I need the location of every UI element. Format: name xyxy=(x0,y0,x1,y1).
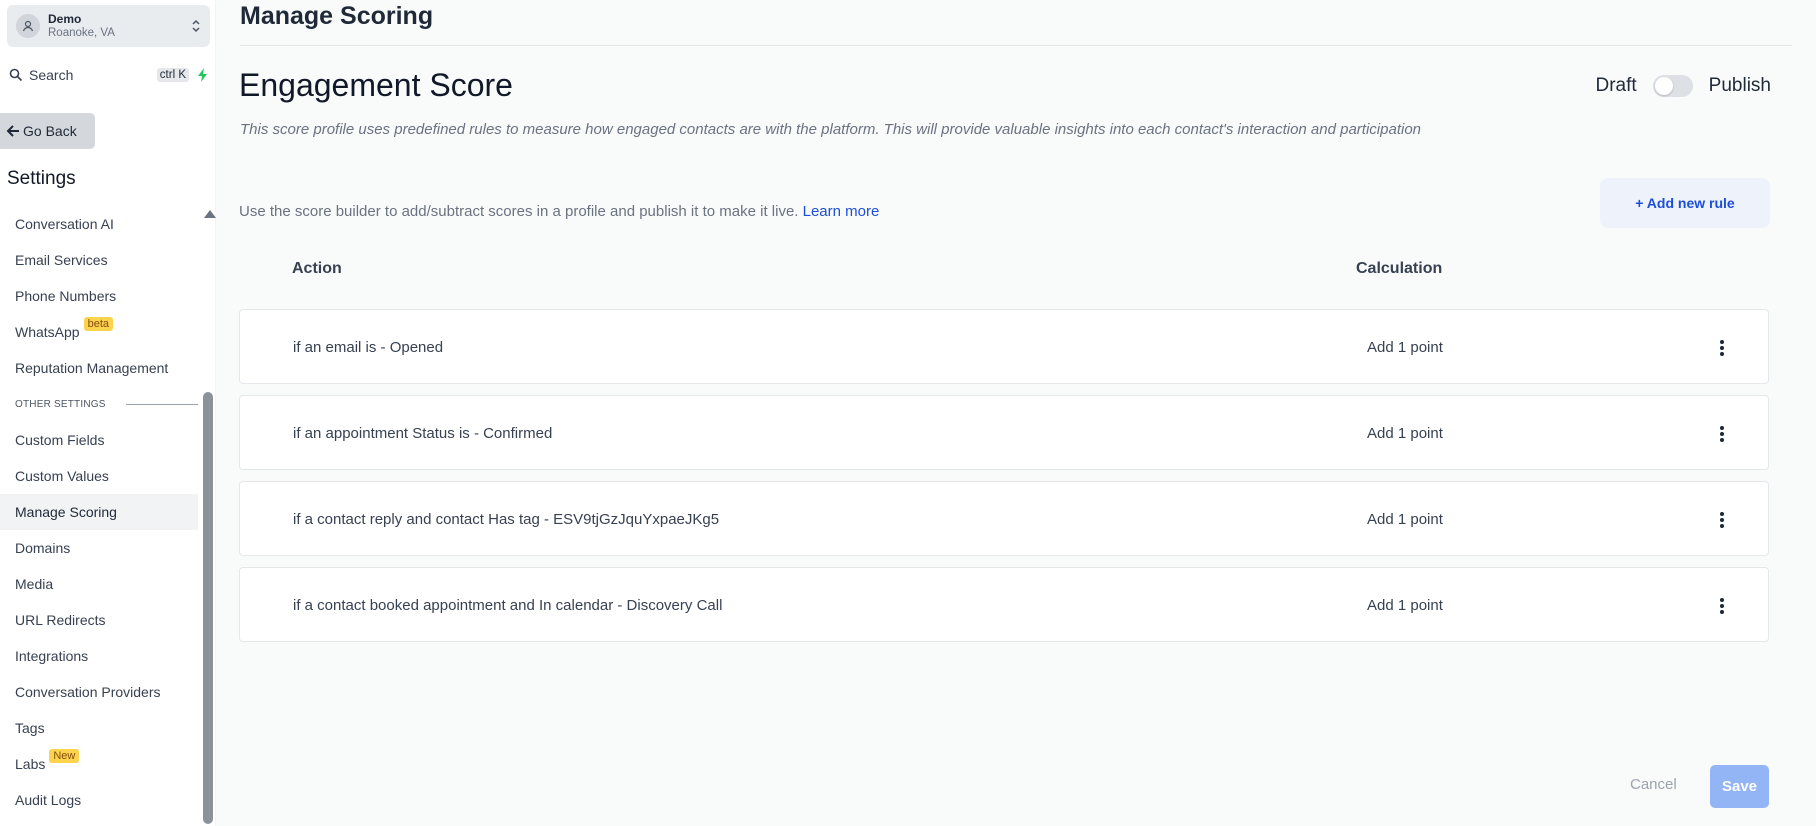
user-circle-icon xyxy=(16,14,40,38)
publish-label: Publish xyxy=(1708,75,1771,96)
search-bar[interactable]: Search ctrl K xyxy=(9,63,209,87)
sidebar-item-label: Audit Logs xyxy=(15,792,82,808)
sidebar-scrollbar[interactable] xyxy=(202,210,216,826)
score-profile-title: Engagement Score xyxy=(239,67,513,103)
cancel-button[interactable]: Cancel xyxy=(1630,776,1677,793)
sidebar-item-label: Custom Values xyxy=(15,468,109,484)
rule-calculation: Add 1 point xyxy=(1367,597,1443,614)
sidebar-item-conversation-ai[interactable]: Conversation AI xyxy=(0,206,198,242)
account-name: Demo xyxy=(48,11,82,26)
main-content: Manage Scoring Engagement Score Draft Pu… xyxy=(216,0,1816,826)
rule-row[interactable]: if a contact booked appointment and In c… xyxy=(239,567,1769,642)
sidebar-item-label: Email Services xyxy=(15,252,108,268)
kebab-menu-icon[interactable] xyxy=(1712,337,1732,359)
search-shortcut: ctrl K xyxy=(156,68,189,82)
header-divider xyxy=(240,45,1792,46)
sidebar-item-label: Conversation Providers xyxy=(15,684,161,700)
rule-action: if an appointment Status is - Confirmed xyxy=(293,425,553,442)
builder-note: Use the score builder to add/subtract sc… xyxy=(239,203,879,220)
sidebar-item-label: Reputation Management xyxy=(15,360,169,376)
rule-row[interactable]: if an email is - Opened Add 1 point xyxy=(239,309,1769,384)
sidebar-item-audit-logs[interactable]: Audit Logs xyxy=(0,782,198,818)
sidebar-item-media[interactable]: Media xyxy=(0,566,198,602)
sidebar-item-custom-values[interactable]: Custom Values xyxy=(0,458,198,494)
new-badge: New xyxy=(49,749,80,763)
learn-more-link[interactable]: Learn more xyxy=(803,203,880,220)
page-title: Manage Scoring xyxy=(240,2,434,30)
account-switcher[interactable]: Demo Roanoke, VA xyxy=(7,5,210,47)
account-location: Roanoke, VA xyxy=(48,26,115,39)
sidebar-item-email-services[interactable]: Email Services xyxy=(0,242,198,278)
sidebar-item-reputation-management[interactable]: Reputation Management xyxy=(0,350,198,386)
sidebar-item-domains[interactable]: Domains xyxy=(0,530,198,566)
go-back-button[interactable]: Go Back xyxy=(0,113,95,149)
sidebar-item-whatsapp[interactable]: WhatsApp beta xyxy=(0,314,198,350)
rule-action: if an email is - Opened xyxy=(293,339,444,356)
arrow-left-icon xyxy=(6,125,19,137)
column-header-calculation: Calculation xyxy=(1356,260,1443,277)
go-back-label: Go Back xyxy=(23,123,77,139)
rule-row[interactable]: if a contact reply and contact Has tag -… xyxy=(239,481,1769,556)
sidebar-item-manage-scoring[interactable]: Manage Scoring xyxy=(0,494,198,530)
scroll-up-arrow-icon[interactable] xyxy=(204,210,216,218)
publish-toggle-group: Draft Publish xyxy=(1595,75,1771,97)
sidebar-item-label: Integrations xyxy=(15,648,89,664)
sidebar-item-label: Manage Scoring xyxy=(15,504,117,520)
rule-row[interactable]: if an appointment Status is - Confirmed … xyxy=(239,395,1769,470)
beta-badge: beta xyxy=(83,317,114,331)
sidebar-item-conversation-providers[interactable]: Conversation Providers xyxy=(0,674,198,710)
score-description: This score profile uses predefined rules… xyxy=(240,121,1422,138)
toggle-knob xyxy=(1654,77,1673,95)
rule-calculation: Add 1 point xyxy=(1367,339,1443,356)
sidebar-item-label: Conversation AI xyxy=(15,216,114,232)
rule-action: if a contact reply and contact Has tag -… xyxy=(293,511,720,528)
sidebar-item-phone-numbers[interactable]: Phone Numbers xyxy=(0,278,198,314)
kebab-menu-icon[interactable] xyxy=(1712,423,1732,445)
sidebar-item-labs[interactable]: Labs New xyxy=(0,746,198,782)
chevron-up-down-icon xyxy=(192,19,200,33)
sidebar-item-tags[interactable]: Tags xyxy=(0,710,198,746)
sidebar-item-label: Labs xyxy=(15,756,46,772)
rule-calculation: Add 1 point xyxy=(1367,511,1443,528)
kebab-menu-icon[interactable] xyxy=(1712,595,1732,617)
add-new-rule-button[interactable]: + Add new rule xyxy=(1600,178,1770,228)
sidebar-item-label: URL Redirects xyxy=(15,612,106,628)
sidebar-item-label: Tags xyxy=(15,720,45,736)
lightning-icon[interactable] xyxy=(197,68,209,82)
search-label: Search xyxy=(29,67,74,83)
builder-note-text: Use the score builder to add/subtract sc… xyxy=(239,203,799,220)
kebab-menu-icon[interactable] xyxy=(1712,509,1732,531)
section-label-text: OTHER SETTINGS xyxy=(15,398,106,410)
search-icon xyxy=(9,68,23,82)
column-header-action: Action xyxy=(292,260,342,277)
rule-action: if a contact booked appointment and In c… xyxy=(293,597,723,614)
section-divider xyxy=(125,403,198,405)
settings-sidebar: Demo Roanoke, VA Search ctrl K Go Back S… xyxy=(0,0,216,826)
sidebar-item-custom-fields[interactable]: Custom Fields xyxy=(0,422,198,458)
publish-toggle[interactable] xyxy=(1652,75,1693,97)
sidebar-item-label: Phone Numbers xyxy=(15,288,117,304)
draft-label: Draft xyxy=(1595,75,1637,96)
section-label-other-settings: OTHER SETTINGS xyxy=(0,386,198,422)
save-button[interactable]: Save xyxy=(1710,765,1769,808)
sidebar-item-label: Custom Fields xyxy=(15,432,105,448)
sidebar-item-label: WhatsApp xyxy=(15,324,80,340)
settings-nav: Conversation AI Email Services Phone Num… xyxy=(0,206,198,818)
settings-title: Settings xyxy=(7,168,76,189)
sidebar-item-label: Domains xyxy=(15,540,71,556)
scrollbar-thumb[interactable] xyxy=(203,392,213,824)
sidebar-item-label: Media xyxy=(15,576,54,592)
rule-calculation: Add 1 point xyxy=(1367,425,1443,442)
sidebar-item-integrations[interactable]: Integrations xyxy=(0,638,198,674)
sidebar-item-url-redirects[interactable]: URL Redirects xyxy=(0,602,198,638)
